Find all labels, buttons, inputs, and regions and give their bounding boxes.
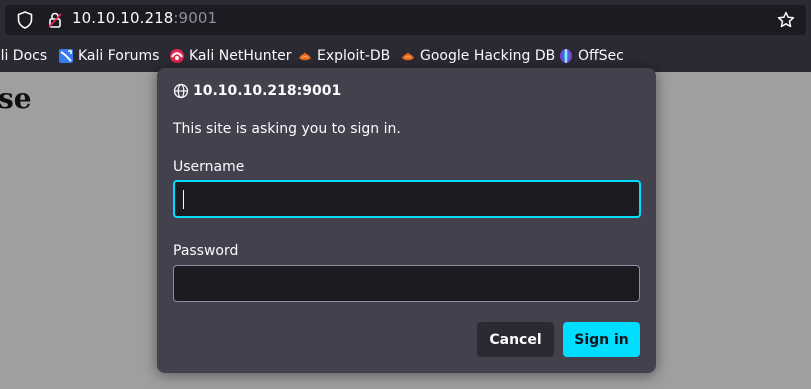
- nethunter-icon: [170, 49, 184, 63]
- offsec-icon: [560, 49, 572, 63]
- bookmark-kali-forums[interactable]: Kali Forums: [58, 47, 159, 65]
- dialog-message: This site is asking you to sign in.: [173, 121, 401, 137]
- bookmark-star-icon[interactable]: [776, 10, 796, 30]
- tracking-protection-shield-icon[interactable]: [15, 10, 35, 30]
- bookmark-label: OffSec: [578, 48, 624, 64]
- page-heading: se: [0, 82, 32, 115]
- kali-forums-icon: [59, 49, 73, 63]
- bookmark-exploit-db[interactable]: Exploit-DB: [297, 47, 390, 65]
- globe-icon: [173, 83, 189, 99]
- dialog-title: 10.10.10.218:9001: [193, 83, 342, 99]
- bookmark-kali-docs[interactable]: ali Docs: [0, 47, 47, 65]
- bookmark-offsec[interactable]: OffSec: [558, 47, 624, 65]
- bookmark-label: Google Hacking DB: [420, 48, 556, 64]
- cancel-button[interactable]: Cancel: [477, 322, 554, 357]
- bookmark-label: Kali Forums: [78, 48, 160, 64]
- http-auth-dialog: 10.10.10.218:9001 This site is asking yo…: [157, 68, 656, 373]
- bookmark-kali-nethunter[interactable]: Kali NetHunter: [169, 47, 291, 65]
- url-host: 10.10.10.218: [72, 9, 174, 27]
- username-input[interactable]: [173, 180, 641, 218]
- insecure-lock-icon[interactable]: [45, 10, 65, 30]
- text-caret: [183, 190, 184, 209]
- bookmark-label: ali Docs: [0, 48, 48, 64]
- url-port: :9001: [173, 9, 218, 27]
- sign-in-button[interactable]: Sign in: [563, 322, 640, 357]
- password-label: Password: [173, 243, 239, 259]
- bookmark-google-hacking-db[interactable]: Google Hacking DB: [400, 47, 555, 65]
- bookmark-label: Exploit-DB: [317, 48, 391, 64]
- username-label: Username: [173, 159, 245, 175]
- bookmark-label: Kali NetHunter: [189, 48, 292, 64]
- exploit-db-icon: [299, 52, 311, 61]
- exploit-db-icon: [402, 52, 414, 61]
- password-input[interactable]: [173, 265, 640, 302]
- url-text[interactable]: 10.10.10.218:9001: [72, 9, 217, 27]
- browser-toolbar: 10.10.10.218:9001: [0, 0, 811, 40]
